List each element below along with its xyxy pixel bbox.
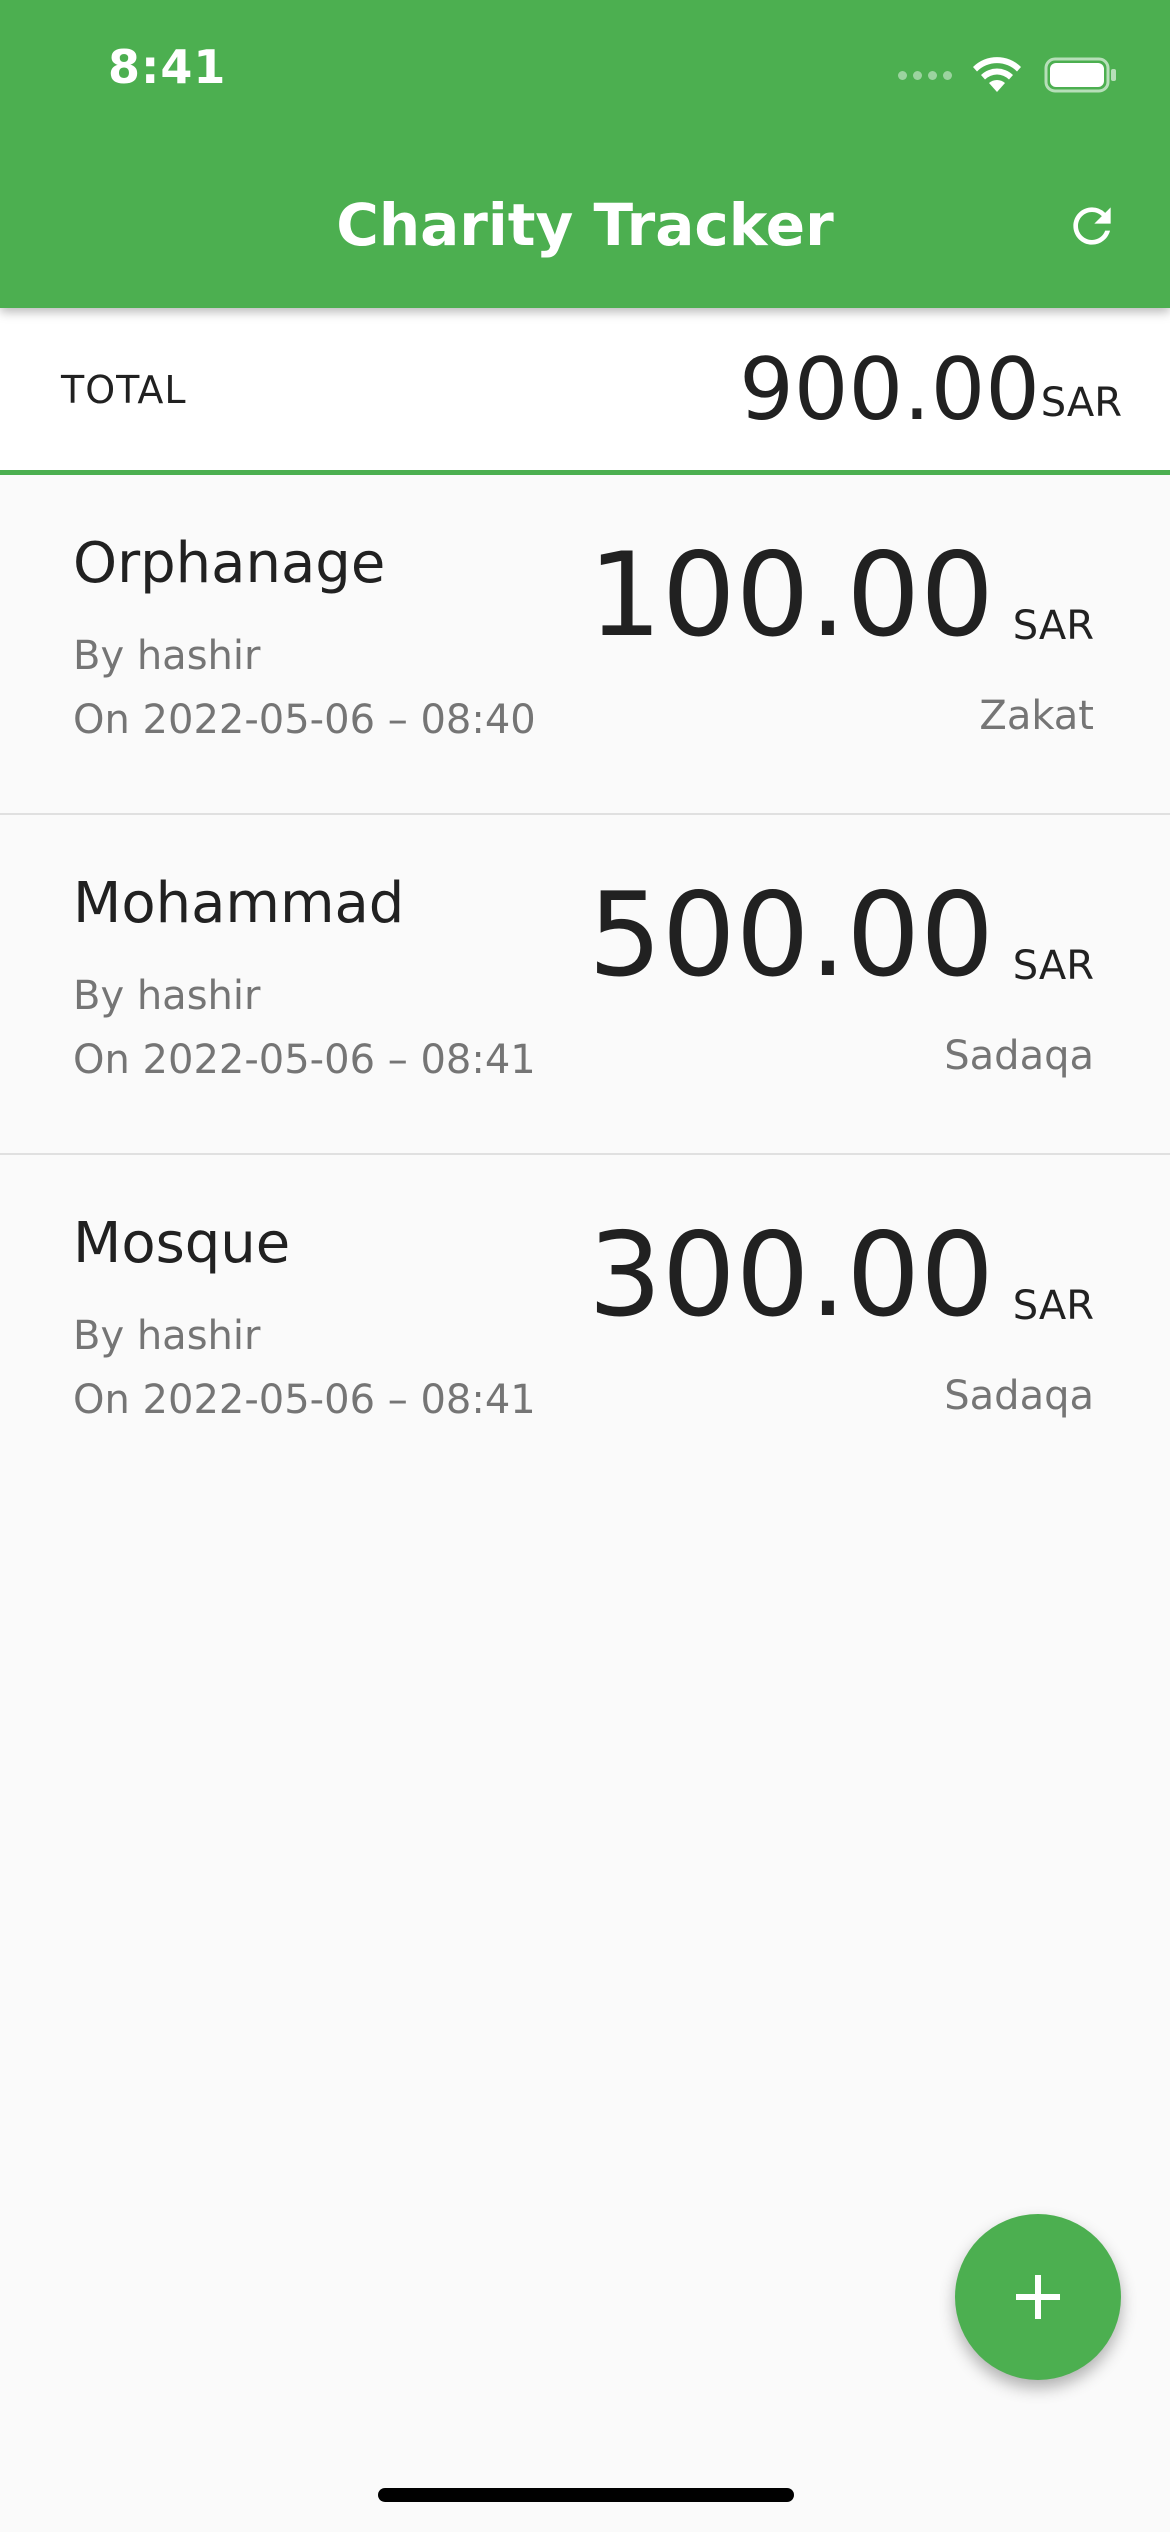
donation-category: Zakat (979, 693, 1094, 739)
donation-donor: By hashir (73, 973, 261, 1019)
home-indicator[interactable] (378, 2488, 794, 2502)
donation-recipient: Mosque (73, 1211, 291, 1276)
status-time: 8:41 (108, 40, 227, 94)
donation-donor: By hashir (73, 633, 261, 679)
donation-date: On 2022-05-06 – 08:41 (73, 1377, 536, 1423)
donation-amount: 100.00 (588, 528, 994, 663)
app-title: Charity Tracker (336, 191, 834, 259)
total-summary: TOTAL 900.00 SAR (0, 308, 1170, 475)
donation-donor: By hashir (73, 1313, 261, 1359)
refresh-button[interactable] (1054, 188, 1130, 264)
donation-category: Sadaqa (944, 1033, 1094, 1079)
add-donation-button[interactable] (955, 2214, 1121, 2380)
donation-item[interactable]: Orphanage By hashir On 2022-05-06 – 08:4… (0, 475, 1170, 815)
wifi-icon (973, 57, 1021, 92)
donation-amount: 300.00 (588, 1208, 994, 1343)
donation-item[interactable]: Mohammad By hashir On 2022-05-06 – 08:41… (0, 815, 1170, 1155)
donation-item[interactable]: Mosque By hashir On 2022-05-06 – 08:41 3… (0, 1155, 1170, 1493)
screen: 8:41 Charity Tracker TOTAL 900.00 SAR Or… (0, 0, 1170, 2532)
donation-list: Orphanage By hashir On 2022-05-06 – 08:4… (0, 475, 1170, 1493)
donation-date: On 2022-05-06 – 08:40 (73, 697, 536, 743)
donation-category: Sadaqa (944, 1373, 1094, 1419)
donation-amount: 500.00 (588, 868, 994, 1003)
total-amount: 900.00 (739, 340, 1040, 440)
total-currency: SAR (1040, 380, 1122, 426)
donation-currency: SAR (1012, 1283, 1094, 1329)
status-indicators (898, 52, 1118, 98)
donation-recipient: Mohammad (73, 871, 405, 936)
donation-date: On 2022-05-06 – 08:41 (73, 1037, 536, 1083)
donation-currency: SAR (1012, 603, 1094, 649)
donation-recipient: Orphanage (73, 531, 386, 596)
plus-icon (1016, 2275, 1060, 2319)
app-bar: 8:41 Charity Tracker (0, 0, 1170, 308)
battery-icon (1044, 57, 1116, 93)
total-label: TOTAL (61, 368, 187, 412)
refresh-icon (1073, 207, 1111, 245)
cellular-signal-icon (898, 70, 952, 80)
donation-currency: SAR (1012, 943, 1094, 989)
